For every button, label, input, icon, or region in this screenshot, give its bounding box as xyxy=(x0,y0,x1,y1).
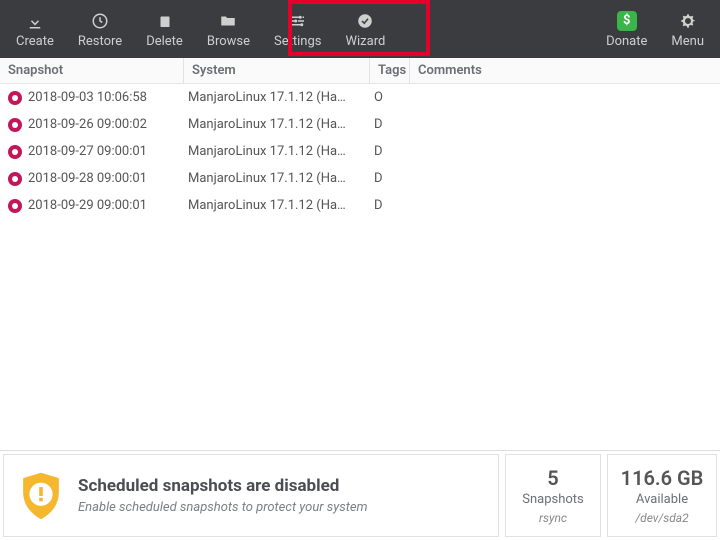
row-date: 2018-09-26 09:00:02 xyxy=(28,117,188,132)
snapshot-dot-icon xyxy=(8,91,22,105)
snapshot-count: 5 xyxy=(547,466,558,490)
row-tag: D xyxy=(374,171,414,186)
download-icon xyxy=(26,10,44,32)
status-title: Scheduled snapshots are disabled xyxy=(78,476,368,496)
warning-shield-icon xyxy=(18,471,64,521)
table-row[interactable]: 2018-09-27 09:00:01ManjaroLinux 17.1.12 … xyxy=(0,138,720,165)
row-system: ManjaroLinux 17.1.12 (Ha… xyxy=(188,117,374,132)
row-date: 2018-09-28 09:00:01 xyxy=(28,171,188,186)
menu-label: Menu xyxy=(671,34,704,49)
delete-label: Delete xyxy=(146,34,183,49)
row-tag: D xyxy=(374,198,414,213)
space-sub: /dev/sda2 xyxy=(635,511,688,525)
row-date: 2018-09-27 09:00:01 xyxy=(28,144,188,159)
status-subtitle: Enable scheduled snapshots to protect yo… xyxy=(78,500,368,515)
delete-icon xyxy=(156,10,174,32)
space-box: 116.6 GB Available /dev/sda2 xyxy=(607,454,717,537)
snapshot-dot-icon xyxy=(8,118,22,132)
table-header: Snapshot System Tags Comments xyxy=(0,58,720,84)
wizard-label: Wizard xyxy=(345,34,385,49)
donate-icon: $ xyxy=(617,10,637,32)
row-system: ManjaroLinux 17.1.12 (Ha… xyxy=(188,90,374,105)
delete-button[interactable]: Delete xyxy=(134,0,195,58)
create-button[interactable]: Create xyxy=(4,0,66,58)
snapshot-list: 2018-09-03 10:06:58ManjaroLinux 17.1.12 … xyxy=(0,84,720,450)
toolbar: Create Restore Delete Browse Settings Wi… xyxy=(0,0,720,58)
browse-button[interactable]: Browse xyxy=(195,0,262,58)
header-snapshot[interactable]: Snapshot xyxy=(0,58,184,83)
header-comments[interactable]: Comments xyxy=(410,58,720,83)
table-row[interactable]: 2018-09-29 09:00:01ManjaroLinux 17.1.12 … xyxy=(0,192,720,219)
wizard-button[interactable]: Wizard xyxy=(333,0,397,58)
donate-button[interactable]: $ Donate xyxy=(594,0,659,58)
clock-icon xyxy=(91,10,109,32)
snapshot-dot-icon xyxy=(8,172,22,186)
create-label: Create xyxy=(16,34,54,49)
snapshot-dot-icon xyxy=(8,199,22,213)
space-label: Available xyxy=(636,492,688,507)
gear-icon xyxy=(679,10,697,32)
sliders-icon xyxy=(289,10,307,32)
menu-button[interactable]: Menu xyxy=(659,0,716,58)
donate-label: Donate xyxy=(606,34,647,49)
header-tags[interactable]: Tags xyxy=(370,58,410,83)
status-message: Scheduled snapshots are disabled Enable … xyxy=(3,454,499,537)
snapshot-dot-icon xyxy=(8,145,22,159)
row-tag: O xyxy=(374,90,414,105)
settings-button[interactable]: Settings xyxy=(262,0,333,58)
row-tag: D xyxy=(374,117,414,132)
table-row[interactable]: 2018-09-26 09:00:02ManjaroLinux 17.1.12 … xyxy=(0,111,720,138)
row-date: 2018-09-03 10:06:58 xyxy=(28,90,188,105)
row-date: 2018-09-29 09:00:01 xyxy=(28,198,188,213)
status-bar: Scheduled snapshots are disabled Enable … xyxy=(0,450,720,540)
check-circle-icon xyxy=(356,10,374,32)
snapshot-count-box: 5 Snapshots rsync xyxy=(505,454,601,537)
browse-label: Browse xyxy=(207,34,250,49)
row-system: ManjaroLinux 17.1.12 (Ha… xyxy=(188,144,374,159)
table-row[interactable]: 2018-09-28 09:00:01ManjaroLinux 17.1.12 … xyxy=(0,165,720,192)
snapshot-count-label: Snapshots xyxy=(522,492,584,507)
row-tag: D xyxy=(374,144,414,159)
snapshot-count-sub: rsync xyxy=(539,511,567,525)
settings-label: Settings xyxy=(274,34,321,49)
restore-button[interactable]: Restore xyxy=(66,0,134,58)
row-system: ManjaroLinux 17.1.12 (Ha… xyxy=(188,198,374,213)
table-row[interactable]: 2018-09-03 10:06:58ManjaroLinux 17.1.12 … xyxy=(0,84,720,111)
space-value: 116.6 GB xyxy=(621,466,704,490)
restore-label: Restore xyxy=(78,34,122,49)
folder-icon xyxy=(219,10,237,32)
header-system[interactable]: System xyxy=(184,58,370,83)
row-system: ManjaroLinux 17.1.12 (Ha… xyxy=(188,171,374,186)
